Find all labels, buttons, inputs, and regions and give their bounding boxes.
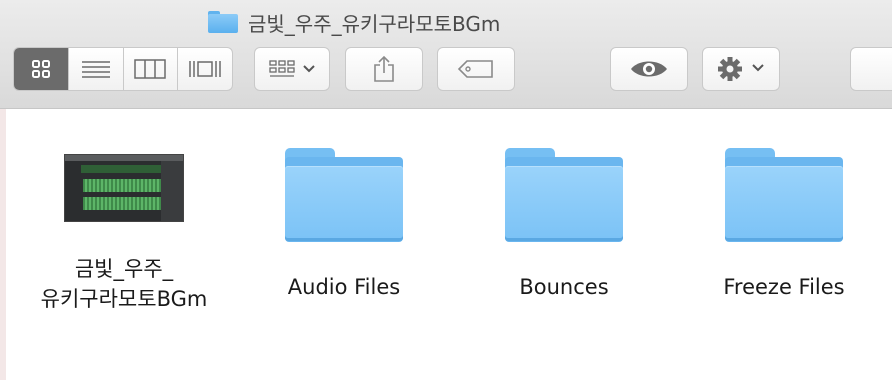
list-view-button[interactable]: [69, 48, 124, 90]
folder-icon: [505, 148, 623, 242]
window-edge: [0, 109, 6, 380]
tag-icon: [457, 60, 493, 78]
file-item-project[interactable]: 금빛_우주_ 유키구라모토BGm: [24, 130, 224, 314]
file-label: 금빛_우주_ 유키구라모토BGm: [40, 257, 208, 311]
quick-look-button[interactable]: [610, 47, 688, 91]
icon-view-button[interactable]: [14, 48, 69, 90]
folder-icon: [285, 148, 403, 242]
folder-icon: [208, 11, 238, 33]
column-view-icon: [134, 59, 167, 79]
eye-icon: [631, 61, 667, 77]
tag-button[interactable]: [437, 47, 515, 91]
column-view-button[interactable]: [124, 48, 179, 90]
cover-flow-view-button[interactable]: [178, 48, 232, 90]
grid-arrange-icon: [269, 60, 315, 77]
arrange-button[interactable]: [254, 47, 330, 91]
project-thumbnail-icon: [64, 154, 184, 222]
folder-label: Freeze Files: [723, 275, 845, 299]
cover-flow-icon: [189, 61, 221, 77]
folder-item-bounces[interactable]: Bounces: [464, 130, 664, 302]
view-mode-control[interactable]: [13, 47, 233, 91]
share-button[interactable]: [345, 47, 423, 91]
gear-icon: [718, 57, 764, 81]
folder-item-audio-files[interactable]: Audio Files: [244, 130, 444, 302]
folder-icon: [725, 148, 843, 242]
grid-view-icon: [31, 60, 50, 78]
list-view-icon: [81, 61, 110, 78]
folder-item-freeze-files[interactable]: Freeze Files: [684, 130, 884, 302]
share-icon: [374, 55, 394, 82]
toolbar: 금빛_우주_유키구라모토BGm: [0, 0, 892, 109]
folder-label: Bounces: [519, 275, 609, 299]
search-field[interactable]: [850, 47, 892, 91]
action-button[interactable]: [702, 47, 780, 91]
window-title-text: 금빛_우주_유키구라모토BGm: [248, 11, 501, 36]
folder-label: Audio Files: [287, 275, 401, 299]
window-title: 금빛_우주_유키구라모토BGm: [208, 8, 500, 36]
